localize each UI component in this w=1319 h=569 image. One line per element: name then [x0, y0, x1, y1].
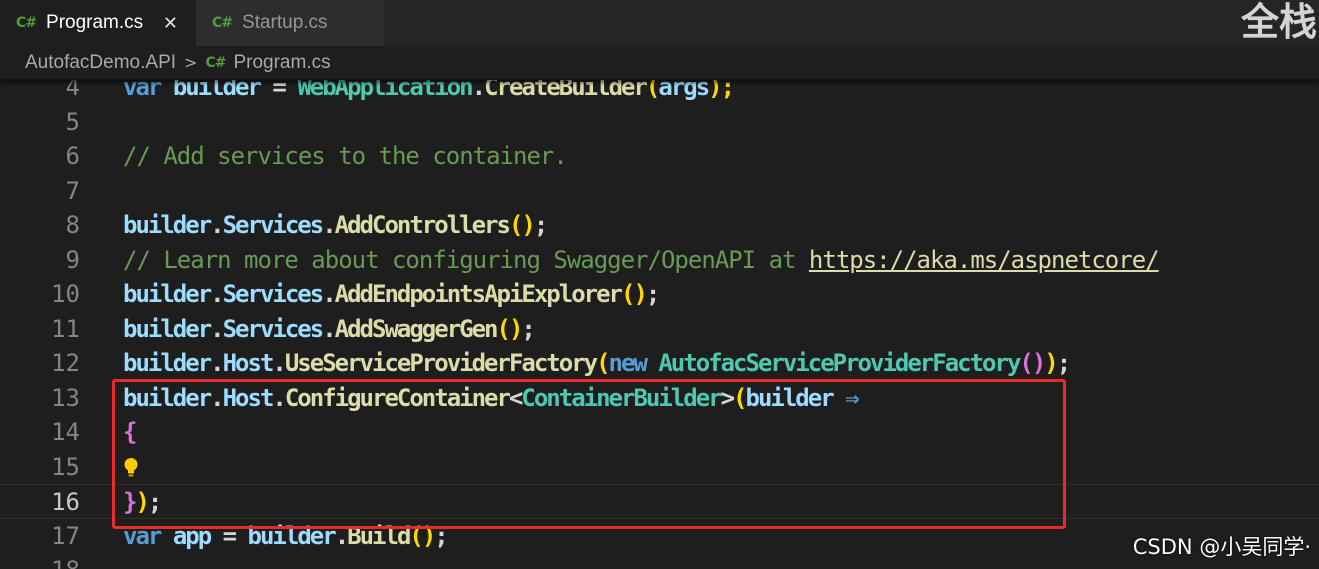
line-number: 10	[51, 280, 80, 308]
code-line[interactable]: 6 // Add services to the container.	[0, 139, 1319, 174]
line-number: 6	[65, 142, 80, 170]
csharp-file-icon: C#	[205, 54, 226, 71]
chevron-right-icon: >	[184, 53, 198, 72]
line-number: 16	[51, 488, 80, 516]
line-number: 11	[51, 314, 80, 343]
code-text: var builder = WebApplication.CreateBuild…	[123, 80, 735, 101]
code-editor[interactable]: 4 var builder = WebApplication.CreateBui…	[0, 80, 1319, 569]
line-number: 17	[51, 521, 80, 550]
tab-label: Startup.cs	[242, 12, 328, 33]
code-line[interactable]: 18	[0, 553, 1319, 569]
url-link[interactable]: https://aka.ms/aspnetcore/	[809, 246, 1160, 274]
line-number: 13	[51, 383, 80, 412]
code-line[interactable]: 11 builder.Services.AddSwaggerGen();	[0, 312, 1319, 347]
tab-program-cs[interactable]: C# Program.cs ✕	[0, 0, 196, 46]
code-text: builder.Services.AddControllers();	[123, 211, 548, 239]
code-line[interactable]: 5	[0, 105, 1319, 140]
code-line[interactable]: 10 builder.Services.AddEndpointsApiExplo…	[0, 277, 1319, 312]
watermark-csdn: CSDN @小吴同学·	[1132, 535, 1311, 559]
code-text: builder.Host.UseServiceProviderFactory(n…	[123, 349, 1071, 377]
line-number: 8	[65, 211, 80, 239]
line-number: 15	[51, 452, 80, 481]
line-number: 7	[65, 176, 80, 205]
breadcrumb-project[interactable]: AutofacDemo.API	[25, 52, 176, 74]
line-number: 12	[51, 349, 80, 377]
code-line[interactable]: 12 builder.Host.UseServiceProviderFactor…	[0, 346, 1319, 381]
code-line[interactable]: 7	[0, 174, 1319, 209]
close-icon[interactable]: ✕	[163, 13, 178, 34]
line-number: 4	[65, 80, 80, 101]
watermark-top: 全栈	[1241, 0, 1318, 44]
editor-tab-bar: C# Program.cs ✕ C# Startup.cs 全栈	[0, 0, 1319, 46]
annotation-highlight-box	[112, 379, 1066, 529]
csharp-file-icon: C#	[16, 15, 37, 31]
code-text: builder.Services.AddSwaggerGen();	[123, 314, 536, 343]
tab-startup-cs[interactable]: C# Startup.cs	[196, 0, 384, 46]
code-text: builder.Services.AddEndpointsApiExplorer…	[123, 280, 660, 308]
csharp-file-icon: C#	[212, 15, 233, 31]
line-number: 5	[65, 107, 80, 136]
line-number: 18	[0, 553, 80, 569]
breadcrumb-file[interactable]: Program.cs	[233, 52, 330, 74]
line-number: 14	[51, 418, 80, 446]
line-number: 9	[65, 245, 80, 274]
breadcrumb: AutofacDemo.API > C# Program.cs	[0, 46, 1319, 80]
tab-label: Program.cs	[46, 12, 144, 33]
code-line[interactable]: 8 builder.Services.AddControllers();	[0, 208, 1319, 243]
code-line[interactable]: 4 var builder = WebApplication.CreateBui…	[0, 80, 1319, 105]
code-comment: // Learn more about configuring Swagger/…	[123, 245, 1160, 274]
code-comment: // Add services to the container.	[123, 142, 568, 170]
code-line[interactable]: 9 // Learn more about configuring Swagge…	[0, 243, 1319, 278]
